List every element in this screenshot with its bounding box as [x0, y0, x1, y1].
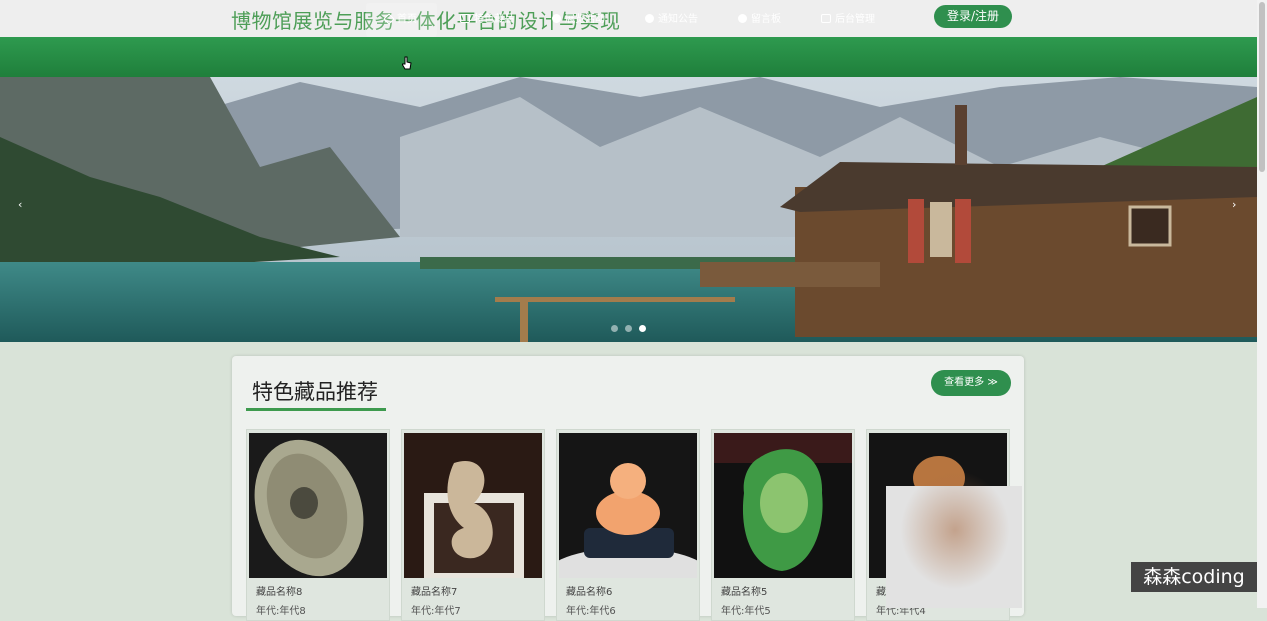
section-title-underline: [246, 408, 386, 411]
carousel-dot[interactable]: [611, 325, 618, 332]
collection-era: 年代:年代6: [566, 606, 616, 617]
carousel-dot[interactable]: [625, 325, 632, 332]
main-nav: [0, 37, 1257, 77]
blur-overlay-tint: [900, 470, 1010, 590]
collection-card[interactable]: 藏品名称5 年代:年代5: [711, 429, 855, 621]
view-more-button[interactable]: 查看更多 ≫: [931, 370, 1011, 396]
nav-item-label: 通知公告: [658, 14, 698, 25]
nav-item-label: 后台管理: [835, 14, 875, 25]
bag-icon: [460, 14, 470, 23]
carousel-slide-image: [0, 77, 1257, 342]
collection-name: 藏品名称8: [256, 587, 303, 598]
collection-name: 藏品名称5: [721, 587, 768, 598]
carousel-dot-active[interactable]: [639, 325, 646, 332]
nav-item-label: 特色藏品: [474, 14, 514, 25]
login-register-button[interactable]: 登录/注册: [934, 5, 1012, 28]
scrollbar-thumb[interactable]: [1259, 2, 1265, 172]
nav-item-message-board[interactable]: 留言板: [738, 0, 781, 36]
nav-item-notices[interactable]: 通知公告: [645, 0, 698, 36]
nav-item-exhibitions[interactable]: 展览活动: [552, 0, 605, 36]
watermark: 森森coding: [1131, 562, 1257, 592]
collection-era: 年代:年代8: [256, 606, 306, 617]
nav-item-featured-collection[interactable]: 特色藏品: [460, 0, 514, 36]
collection-image: [714, 433, 852, 578]
collection-card[interactable]: 藏品名称7 年代:年代7: [401, 429, 545, 621]
collection-image: [404, 433, 542, 578]
carousel-prev-button[interactable]: ‹: [18, 198, 22, 211]
collection-name: 藏品名称6: [566, 587, 613, 598]
carousel-next-button[interactable]: ›: [1232, 198, 1236, 211]
collection-image: [559, 433, 697, 578]
collection-era: 年代:年代5: [721, 606, 771, 617]
nav-item-label: 留言板: [751, 14, 781, 25]
collection-era: 年代:年代7: [411, 606, 461, 617]
collection-image: [249, 433, 387, 578]
collection-card[interactable]: 藏品名称6 年代:年代6: [556, 429, 700, 621]
section-title: 特色藏品推荐: [252, 380, 378, 404]
collection-card[interactable]: 藏品名称8 年代:年代8: [246, 429, 390, 621]
nav-item-label: 展览活动: [565, 14, 605, 25]
lock-icon: [821, 14, 831, 23]
hand-cursor-icon: [402, 56, 412, 70]
nav-item-label: 首页: [397, 14, 417, 25]
hero-carousel[interactable]: [0, 77, 1257, 342]
star-icon: [383, 13, 395, 25]
nav-item-home[interactable]: 首页: [366, 3, 437, 37]
collection-name: 藏品名称7: [411, 587, 458, 598]
info-icon: [738, 14, 747, 23]
info-icon: [645, 14, 654, 23]
clock-icon: [552, 14, 561, 23]
top-bar: [0, 0, 1257, 37]
nav-item-admin[interactable]: 后台管理: [821, 0, 875, 36]
